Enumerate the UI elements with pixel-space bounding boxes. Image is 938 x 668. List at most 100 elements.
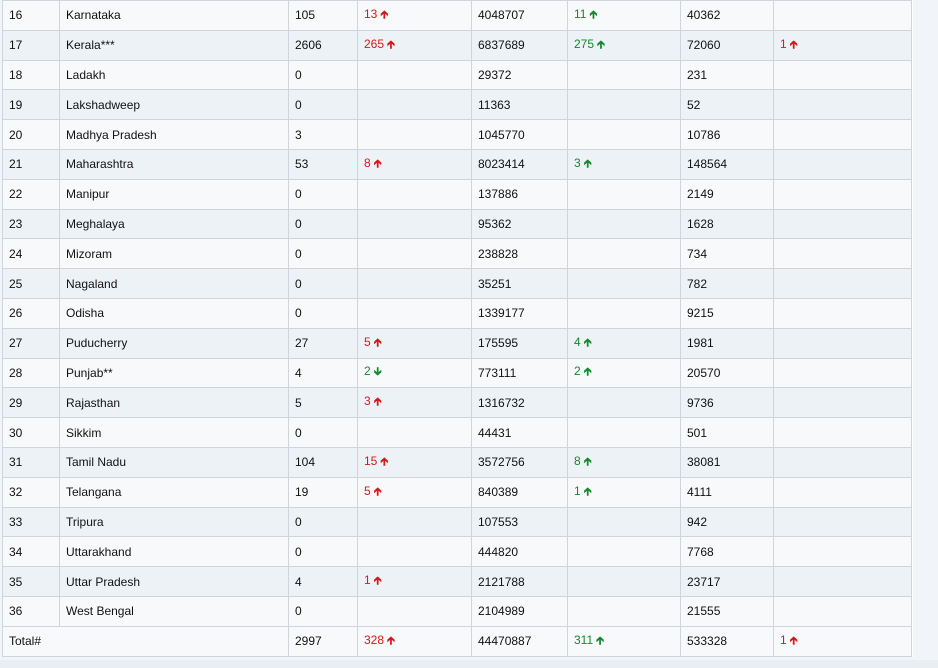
- cured-count: 2104989: [471, 595, 568, 627]
- active-cases: 0: [288, 506, 358, 538]
- cured-count: 238828: [471, 238, 568, 270]
- state-data-table-container: 16 Karnataka 105 13 🡱 4048707 11 🡱 40362 17 Kerala…: [2, 0, 913, 657]
- state-name: Puducherry: [59, 327, 289, 359]
- serial-number: 24: [2, 238, 60, 270]
- cured-change: [567, 178, 681, 210]
- serial-number: 17: [2, 29, 60, 61]
- arrow-up-icon: 🡱: [380, 8, 389, 21]
- serial-number: 28: [2, 357, 60, 389]
- death-count: 72060: [680, 29, 774, 61]
- cured-count: 8023414: [471, 148, 568, 180]
- arrow-up-icon: 🡱: [789, 634, 798, 647]
- serial-number: 30: [2, 417, 60, 448]
- death-count: 4111: [680, 476, 774, 508]
- death-change: [773, 238, 912, 270]
- death-count: 52: [680, 89, 774, 121]
- cured-change: [567, 387, 681, 419]
- serial-number: 20: [2, 119, 60, 150]
- cured-change: [567, 59, 681, 91]
- death-change: [773, 178, 912, 210]
- active-change: [357, 208, 472, 240]
- death-count: 231: [680, 59, 774, 91]
- total-deaths: 533328: [680, 625, 774, 657]
- serial-number: 32: [2, 476, 60, 508]
- table-row: 19 Lakshadweep 0 11363 52: [2, 89, 912, 121]
- active-change-value: 15: [364, 453, 378, 468]
- state-name: Uttar Pradesh: [59, 566, 289, 597]
- total-row: Total# 2997 328 🡱 44470887 311 🡱 533328 1 🡱: [2, 625, 912, 657]
- active-change: [357, 417, 472, 448]
- cured-change: 275 🡱: [567, 29, 681, 61]
- cured-change-value: 11: [574, 6, 587, 21]
- active-change: 3 🡱: [357, 387, 472, 419]
- arrow-up-icon: 🡱: [373, 396, 382, 409]
- cured-change: 3 🡱: [567, 148, 681, 180]
- active-cases: 3: [288, 119, 358, 150]
- cured-change: [567, 238, 681, 270]
- cured-change: [567, 595, 681, 627]
- active-change-value: 1: [364, 573, 371, 588]
- cured-change: 2 🡱: [567, 357, 681, 389]
- cured-change: [567, 566, 681, 597]
- cured-count: 1045770: [471, 119, 568, 150]
- active-change: 2 🡳: [357, 357, 472, 389]
- death-count: 1628: [680, 208, 774, 240]
- state-name: Tripura: [59, 506, 289, 538]
- cured-change: [567, 417, 681, 448]
- death-change: [773, 268, 912, 299]
- active-change-value: 3: [364, 394, 371, 409]
- state-name: Telangana: [59, 476, 289, 508]
- serial-number: 21: [2, 148, 60, 180]
- death-change: [773, 536, 912, 568]
- active-change-value: 5: [364, 483, 371, 498]
- cured-change: [567, 506, 681, 538]
- cured-change: [567, 268, 681, 299]
- active-cases: 105: [288, 0, 358, 31]
- cured-change-value: 275: [574, 36, 595, 51]
- death-change: [773, 595, 912, 627]
- arrow-up-icon: 🡱: [583, 455, 592, 468]
- arrow-up-icon: 🡱: [380, 455, 389, 468]
- active-change-value: 265: [364, 36, 385, 51]
- arrow-up-icon: 🡱: [373, 575, 382, 588]
- death-count: 40362: [680, 0, 774, 31]
- table-row: 22 Manipur 0 137886 2149: [2, 178, 912, 210]
- active-change: 265 🡱: [357, 29, 472, 61]
- state-name: Nagaland: [59, 268, 289, 299]
- table-row: 28 Punjab** 4 2 🡳 773111 2 🡱 20570: [2, 357, 912, 389]
- table-row: 27 Puducherry 27 5 🡱 175595 4 🡱 1981: [2, 327, 912, 359]
- death-change: [773, 387, 912, 419]
- death-count: 942: [680, 506, 774, 538]
- serial-number: 29: [2, 387, 60, 419]
- active-cases: 0: [288, 89, 358, 121]
- state-name: West Bengal: [59, 595, 289, 627]
- total-cured-change: 311 🡱: [567, 625, 681, 657]
- cured-change-value: 3: [574, 155, 581, 170]
- active-cases: 0: [288, 417, 358, 448]
- state-name: Manipur: [59, 178, 289, 210]
- active-cases: 0: [288, 208, 358, 240]
- death-change: [773, 89, 912, 121]
- death-count: 9215: [680, 297, 774, 329]
- serial-number: 36: [2, 595, 60, 627]
- state-name: Lakshadweep: [59, 89, 289, 121]
- state-name: Mizoram: [59, 238, 289, 270]
- cured-count: 11363: [471, 89, 568, 121]
- death-count: 148564: [680, 148, 774, 180]
- active-cases: 53: [288, 148, 358, 180]
- table-row: 25 Nagaland 0 35251 782: [2, 268, 912, 299]
- death-change: 1 🡱: [773, 29, 912, 61]
- state-name: Punjab**: [59, 357, 289, 389]
- death-count: 501: [680, 417, 774, 448]
- cured-count: 444820: [471, 536, 568, 568]
- active-cases: 0: [288, 178, 358, 210]
- serial-number: 31: [2, 446, 60, 478]
- active-change: 1 🡱: [357, 566, 472, 597]
- table-row: 24 Mizoram 0 238828 734: [2, 238, 912, 270]
- table-row: 20 Madhya Pradesh 3 1045770 10786: [2, 119, 912, 150]
- death-change: [773, 119, 912, 150]
- cured-count: 44431: [471, 417, 568, 448]
- arrow-up-icon: 🡱: [589, 8, 598, 21]
- death-change: [773, 417, 912, 448]
- serial-number: 35: [2, 566, 60, 597]
